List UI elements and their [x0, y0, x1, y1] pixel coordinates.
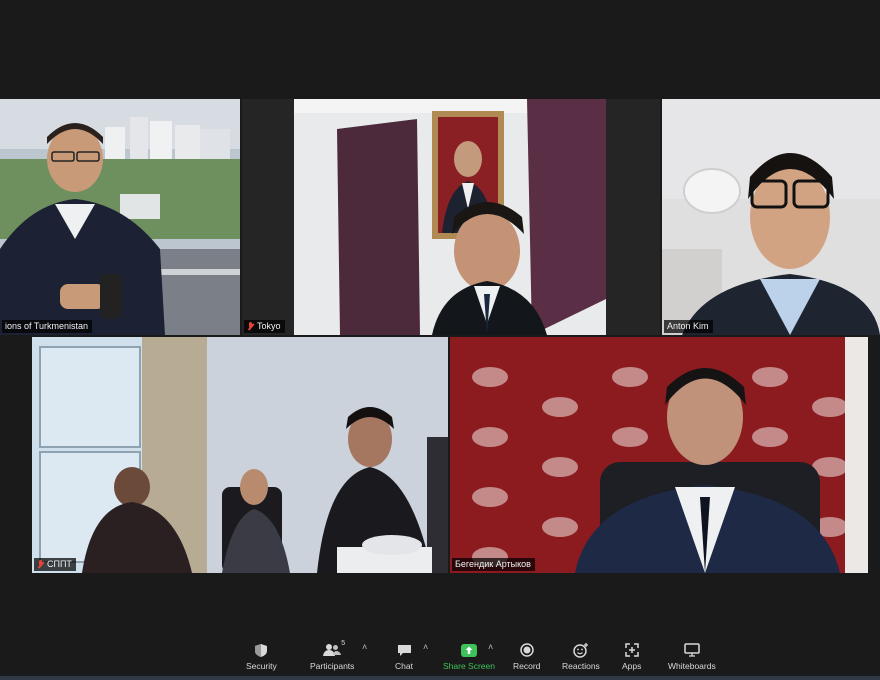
taskbar-strip	[0, 676, 880, 680]
mic-muted-icon	[247, 322, 254, 331]
record-icon	[518, 642, 536, 658]
video-feed	[0, 99, 240, 335]
apps-icon	[623, 642, 641, 658]
participants-label: Participants	[310, 661, 355, 671]
reactions-label: Reactions	[562, 661, 600, 671]
security-button[interactable]: Security	[246, 642, 277, 671]
whiteboards-button[interactable]: Whiteboards	[668, 642, 716, 671]
video-feed	[662, 99, 880, 335]
participant-name-tag: СППТ	[34, 558, 76, 571]
video-tile-ions-of-turkmenistan[interactable]: ions of Turkmenistan	[0, 99, 240, 335]
video-feed	[32, 337, 448, 573]
participants-button[interactable]: 5 Participants	[310, 640, 355, 671]
record-label: Record	[513, 661, 541, 671]
participant-name-tag: Anton Kim	[664, 320, 713, 333]
chat-caret-icon[interactable]: ˄	[423, 642, 428, 652]
video-tile-anton-kim[interactable]: Anton Kim	[662, 99, 880, 335]
participants-icon: 5	[323, 640, 345, 658]
video-feed	[242, 99, 660, 335]
participant-name: Бегендик Артыков	[455, 559, 531, 569]
participants-count: 5	[341, 640, 346, 647]
participants-caret-icon[interactable]: ˄	[362, 642, 367, 652]
record-button[interactable]: Record	[513, 642, 540, 671]
apps-button[interactable]: Apps	[622, 642, 641, 671]
share-screen-caret-icon[interactable]: ˄	[488, 642, 493, 652]
chat-button[interactable]: Chat	[395, 642, 413, 671]
participant-name-tag: Tokyo	[244, 320, 285, 333]
reactions-button[interactable]: Reactions	[562, 642, 600, 671]
participant-name: Tokyo	[257, 321, 281, 331]
meeting-toolbar: Security 5 Participants ˄ Chat ˄ Share S…	[0, 636, 880, 676]
participant-name: ions of Turkmenistan	[5, 321, 89, 331]
security-label: Security	[246, 661, 277, 671]
participant-name: СППТ	[47, 559, 72, 569]
video-tile-tokyo[interactable]: Tokyo	[242, 99, 660, 335]
shield-icon	[252, 642, 270, 658]
mic-muted-icon	[37, 560, 44, 569]
whiteboards-label: Whiteboards	[668, 661, 716, 671]
whiteboard-icon	[683, 642, 701, 658]
chat-icon	[395, 642, 413, 658]
participant-name-tag: Бегендик Артыков	[452, 558, 535, 571]
video-feed	[450, 337, 868, 573]
video-tile-begendik-artykov[interactable]: Бегендик Артыков	[450, 337, 868, 573]
video-tile-sppt[interactable]: СППТ	[32, 337, 448, 573]
apps-label: Apps	[622, 661, 642, 671]
share-screen-icon	[460, 642, 478, 658]
reactions-icon	[572, 642, 590, 658]
participant-name: Anton Kim	[667, 321, 709, 331]
participant-name-tag: ions of Turkmenistan	[2, 320, 93, 333]
chat-label: Chat	[395, 661, 413, 671]
share-screen-label: Share Screen	[443, 661, 495, 671]
